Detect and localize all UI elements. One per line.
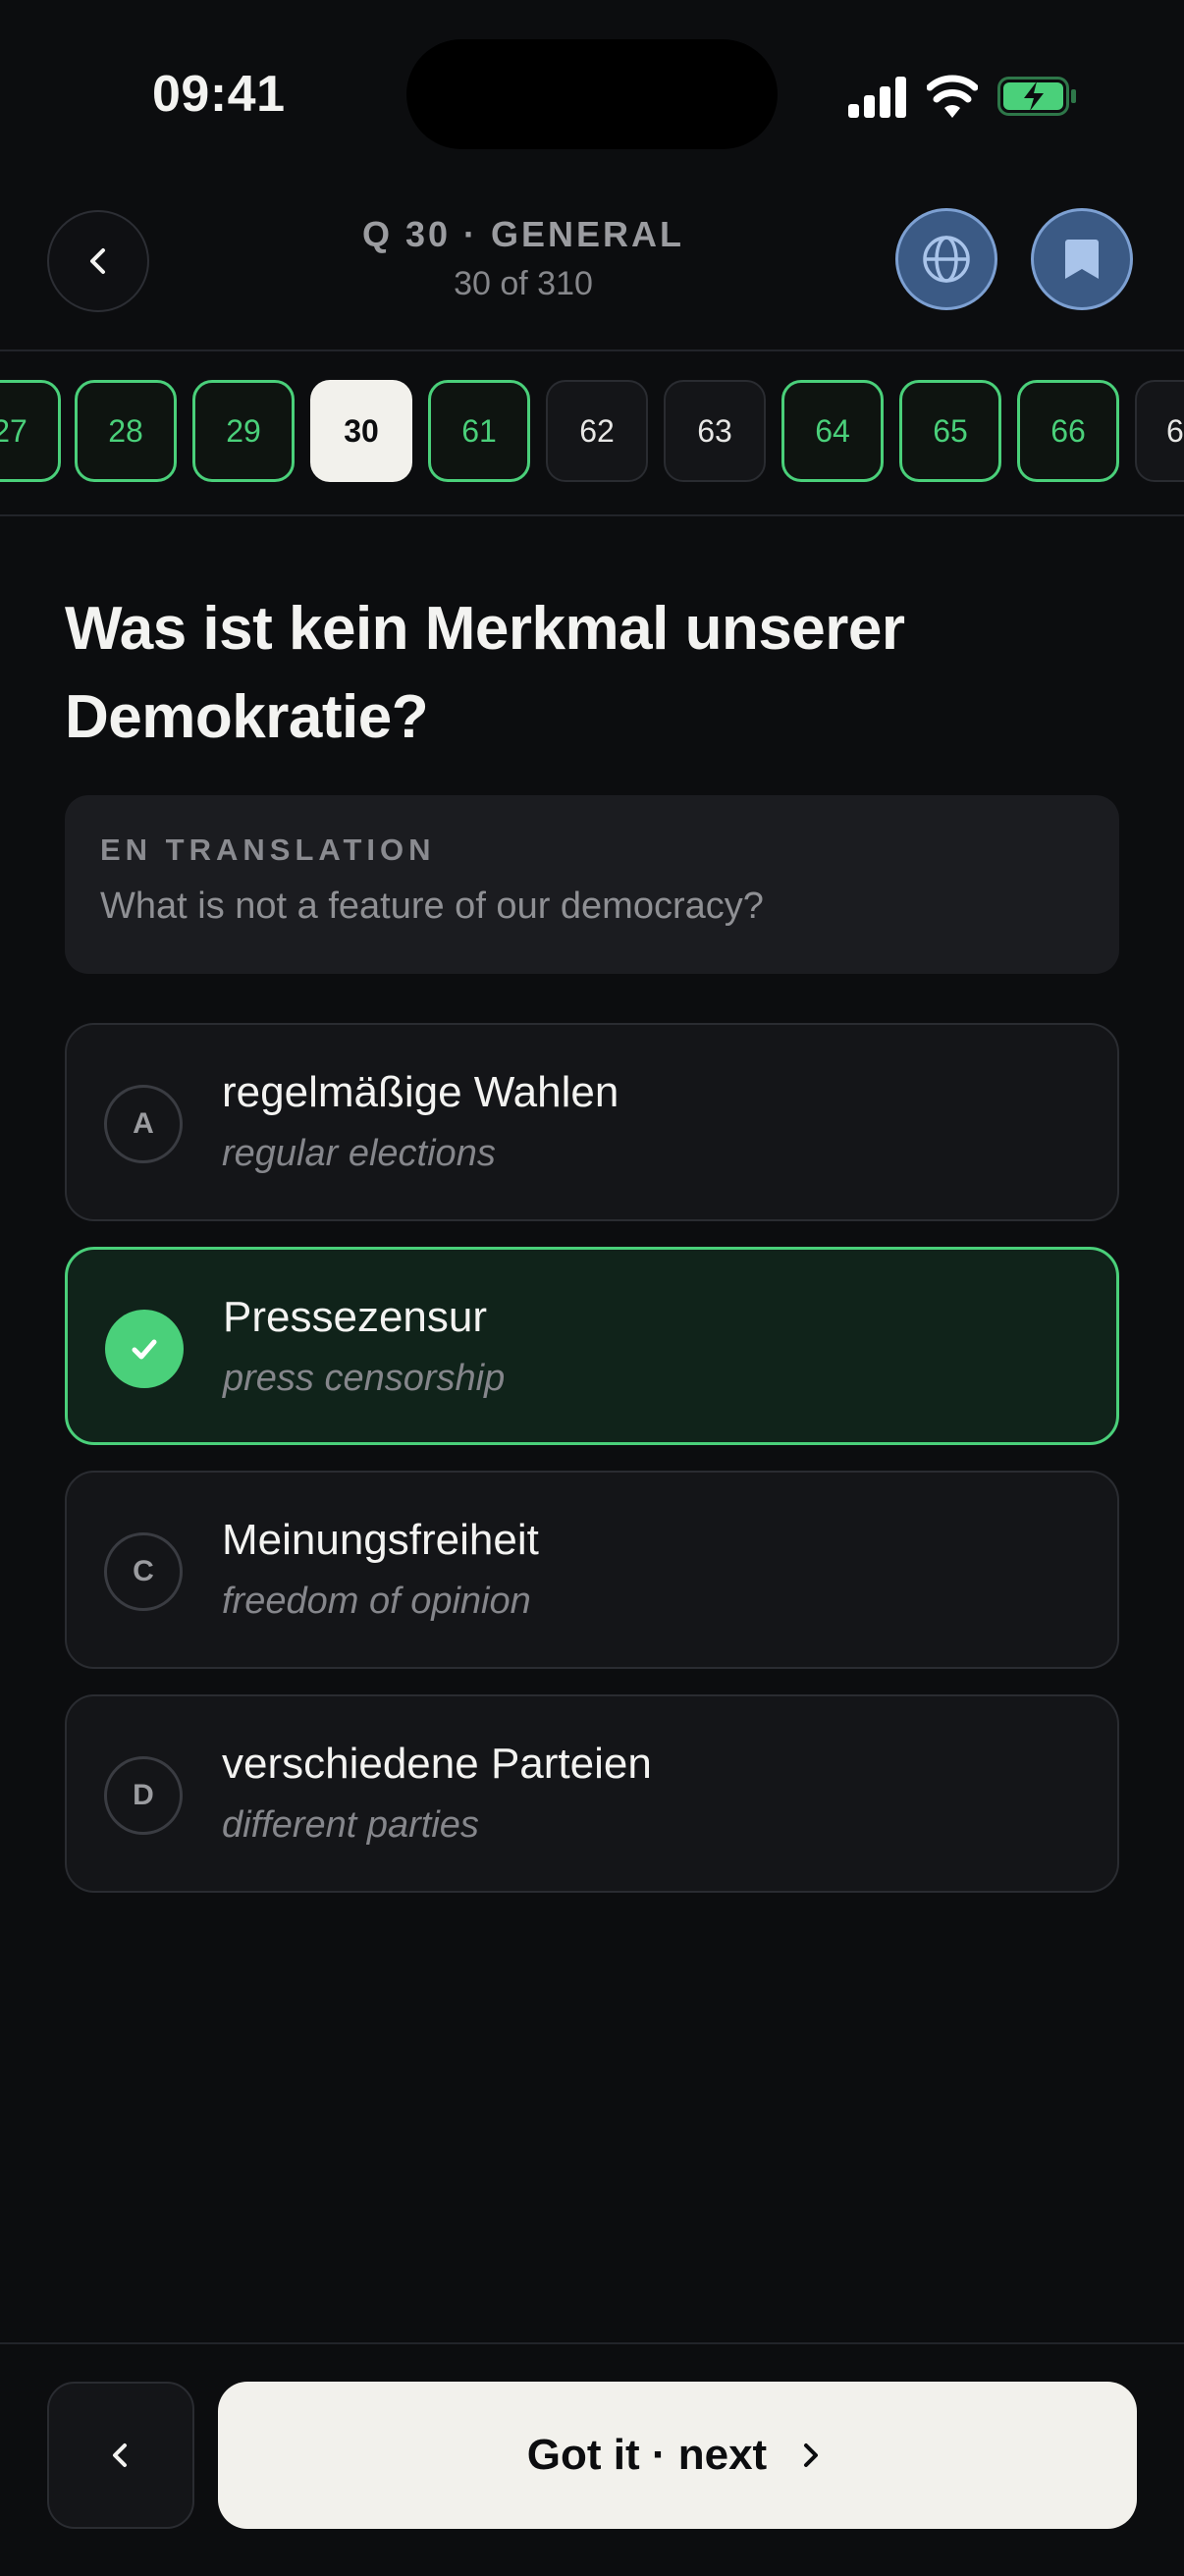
question-chip[interactable]: 61 xyxy=(428,380,530,482)
next-button-label: Got it · next xyxy=(526,2431,768,2479)
question-chip[interactable]: 28 xyxy=(75,380,177,482)
question-text: Was ist kein Merkmal unserer Demokratie? xyxy=(65,595,905,751)
globe-icon xyxy=(923,236,970,283)
option-translation: regular elections xyxy=(222,1133,496,1174)
status-time: 09:41 xyxy=(152,66,286,123)
cellular-signal-icon xyxy=(848,77,906,118)
question-chip[interactable]: 65 xyxy=(899,380,1001,482)
answer-option-d[interactable]: D verschiedene Parteien different partie… xyxy=(65,1694,1119,1893)
question-header: Q 30 · GENERAL 30 of 310 xyxy=(0,187,1184,351)
question-chip[interactable]: 64 xyxy=(781,380,884,482)
dynamic-island xyxy=(406,39,778,149)
previous-question-button[interactable] xyxy=(47,2382,194,2529)
question-chip[interactable]: 27 xyxy=(0,380,61,482)
option-letter-badge: C xyxy=(104,1532,183,1611)
question-chip[interactable]: 66 xyxy=(1017,380,1119,482)
answer-option-b[interactable]: Pressezensur press censorship xyxy=(65,1247,1119,1445)
chevron-left-icon xyxy=(113,2443,127,2467)
checkmark-icon xyxy=(105,1310,184,1388)
option-text: Meinungsfreiheit xyxy=(222,1516,539,1564)
translation-text: What is not a feature of our democracy? xyxy=(100,886,764,927)
chevron-right-icon xyxy=(804,2443,819,2467)
next-question-button[interactable]: Got it · next xyxy=(218,2382,1137,2529)
option-text: Pressezensur xyxy=(223,1293,488,1341)
translate-button[interactable] xyxy=(895,208,997,310)
option-text: verschiedene Parteien xyxy=(222,1740,652,1788)
question-chip[interactable]: 63 xyxy=(664,380,766,482)
answer-option-c[interactable]: C Meinungsfreiheit freedom of opinion xyxy=(65,1471,1119,1669)
question-progress: 30 of 310 xyxy=(454,265,593,302)
question-chip-current[interactable]: 30 xyxy=(310,380,412,482)
option-translation: press censorship xyxy=(223,1358,506,1399)
answer-option-a[interactable]: A regelmäßige Wahlen regular elections xyxy=(65,1023,1119,1221)
option-text: regelmäßige Wahlen xyxy=(222,1068,619,1116)
question-category-title: Q 30 · GENERAL xyxy=(361,214,685,254)
option-translation: different parties xyxy=(222,1804,479,1846)
question-chip[interactable]: 62 xyxy=(546,380,648,482)
option-translation: freedom of opinion xyxy=(222,1581,531,1622)
translation-card: EN TRANSLATION What is not a feature of … xyxy=(65,795,1119,974)
wifi-icon xyxy=(927,75,978,118)
question-chip[interactable]: 6 xyxy=(1135,380,1184,482)
translation-label: EN TRANSLATION xyxy=(100,832,436,867)
status-bar: 09:41 xyxy=(0,0,1184,187)
bottom-navigation-bar: Got it · next xyxy=(0,2342,1184,2576)
option-letter-badge: A xyxy=(104,1085,183,1163)
bookmark-icon xyxy=(1065,240,1099,279)
battery-charging-icon xyxy=(997,77,1076,116)
question-number-strip[interactable]: 27 28 29 30 61 62 63 64 65 66 6 xyxy=(0,351,1184,516)
option-letter-badge: D xyxy=(104,1756,183,1835)
bookmark-button[interactable] xyxy=(1031,208,1133,310)
question-chip[interactable]: 29 xyxy=(192,380,295,482)
